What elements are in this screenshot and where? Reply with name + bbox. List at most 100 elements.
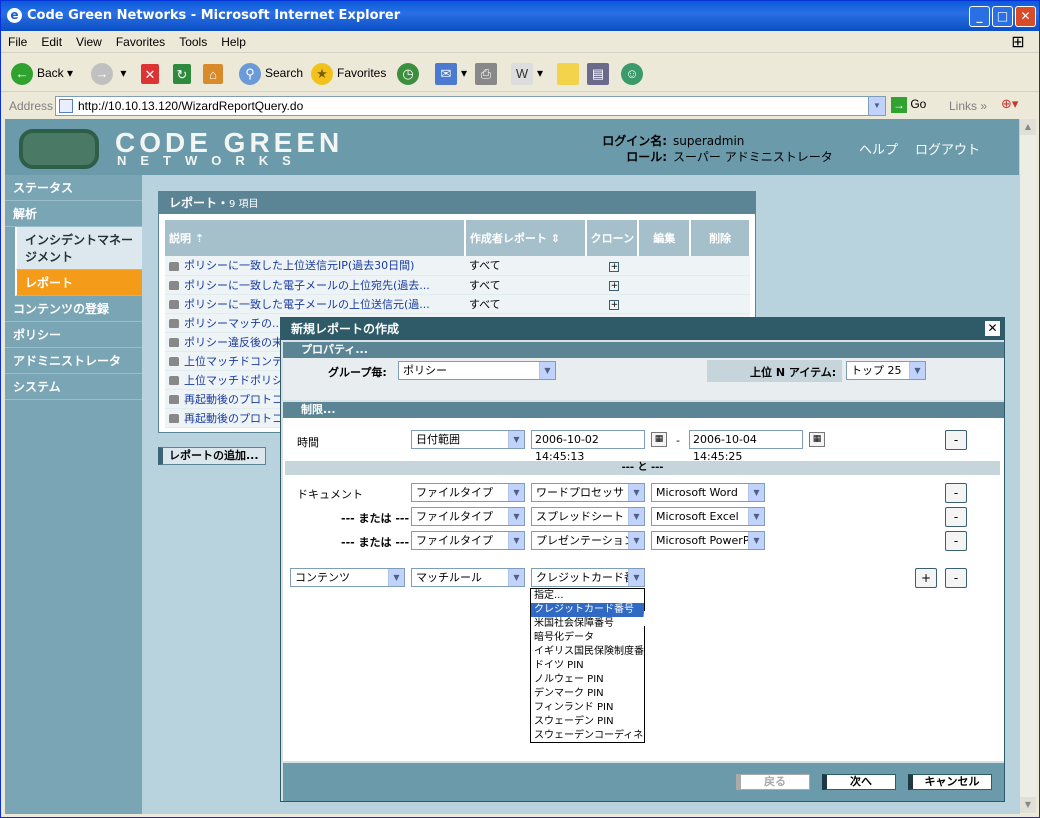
links-button[interactable]: Links » xyxy=(949,99,987,113)
research-button[interactable]: ▤ xyxy=(587,61,613,85)
go-button[interactable]: → Go xyxy=(891,97,926,113)
sidebar-item-status[interactable]: ステータス xyxy=(5,175,142,201)
dropdown-option[interactable]: 米国社会保障番号 xyxy=(531,617,644,631)
remove-doc-button[interactable]: - xyxy=(945,507,967,527)
print-button[interactable]: ⎙ xyxy=(475,61,501,85)
doc-category-select[interactable]: プレゼンテーション ▼ xyxy=(531,531,645,550)
dropdown-option[interactable]: イギリス国民保険制度番号 xyxy=(531,645,644,659)
scroll-up-icon[interactable]: ▲ xyxy=(1020,119,1036,135)
help-link[interactable]: ヘルプ xyxy=(859,139,898,158)
refresh-button[interactable]: ↻ xyxy=(173,61,195,85)
forward-button[interactable]: → ▾ xyxy=(91,61,126,85)
back-button[interactable]: ← Back ▾ xyxy=(11,61,73,85)
menu-edit[interactable]: Edit xyxy=(34,31,69,53)
dropdown-option[interactable]: スウェーデンコーディネーション xyxy=(531,729,644,743)
doc-app-select[interactable]: Microsoft PowerPoint ▼ xyxy=(651,531,765,550)
add-report-button[interactable]: レポートの追加... xyxy=(158,447,266,465)
history-button[interactable]: ◷ xyxy=(397,61,423,85)
remove-doc-button[interactable]: - xyxy=(945,531,967,551)
doc-category-select[interactable]: スプレッドシート ▼ xyxy=(531,507,645,526)
doc-type-select[interactable]: ファイルタイプ ▼ xyxy=(411,483,525,502)
messenger-button[interactable]: ☺ xyxy=(621,61,647,85)
report-description[interactable]: ポリシーに一致した電子メールの上位宛先(過去... xyxy=(165,275,465,295)
dropdown-option[interactable]: スウェーデン PIN xyxy=(531,715,644,729)
addon-icon[interactable]: ⊕▾ xyxy=(1001,97,1018,112)
table-row[interactable]: ポリシーに一致した電子メールの上位宛先(過去... すべて + xyxy=(165,275,750,295)
vertical-scrollbar[interactable]: ▲ ▼ xyxy=(1019,119,1036,814)
date-from-input[interactable]: 2006-10-02 14:45:13 xyxy=(531,430,645,463)
report-description[interactable]: ポリシーに一致した電子メールの上位送信元(過... xyxy=(165,294,465,314)
dropdown-option[interactable]: 指定... xyxy=(531,589,644,603)
minimize-button[interactable]: _ xyxy=(969,6,990,27)
clone-icon[interactable]: + xyxy=(609,261,620,272)
sort-icon[interactable]: ⇡ xyxy=(195,232,204,245)
report-description[interactable]: ポリシーに一致した上位送信元IP(過去30日間) xyxy=(165,256,465,276)
home-button[interactable]: ⌂ xyxy=(203,61,227,85)
delete-cell xyxy=(690,275,750,295)
edit-button[interactable]: W ▾ xyxy=(511,61,543,85)
close-button[interactable]: ✕ xyxy=(1015,6,1036,27)
menu-view[interactable]: View xyxy=(69,31,109,53)
doc-type-select[interactable]: ファイルタイプ ▼ xyxy=(411,531,525,550)
sidebar-item-system[interactable]: システム xyxy=(5,374,142,400)
menu-favorites[interactable]: Favorites xyxy=(109,31,172,53)
col-author[interactable]: 作成者レポート ⇕ xyxy=(464,220,588,256)
sidebar-item-admin[interactable]: アドミニストレータ xyxy=(5,348,142,374)
group-by-select[interactable]: ポリシー ▼ xyxy=(398,361,556,380)
sidebar-item-analysis[interactable]: 解析 xyxy=(5,201,142,227)
remove-time-button[interactable]: - xyxy=(945,430,967,450)
dropdown-option[interactable]: ノルウェー PIN xyxy=(531,673,644,687)
dropdown-option[interactable]: デンマーク PIN xyxy=(531,687,644,701)
calendar-icon[interactable]: ▦ xyxy=(651,432,667,447)
dropdown-option[interactable]: 暗号化データ xyxy=(531,631,644,645)
menu-tools[interactable]: Tools xyxy=(172,31,214,53)
stop-button[interactable]: ✕ xyxy=(141,61,163,85)
add-condition-button[interactable]: + xyxy=(915,568,937,588)
top-n-select[interactable]: トップ 25 ▼ xyxy=(846,361,926,380)
sidebar-item-content-registration[interactable]: コンテンツの登録 xyxy=(5,296,142,322)
sort-icon[interactable]: ⇕ xyxy=(551,232,560,245)
doc-category-select[interactable]: ワードプロセッサ ▼ xyxy=(531,483,645,502)
search-button[interactable]: ⚲ Search xyxy=(239,61,303,85)
menu-file[interactable]: File xyxy=(1,31,34,53)
dialog-title: 新規レポートの作成 xyxy=(281,318,1004,340)
content-field-select[interactable]: コンテンツ ▼ xyxy=(290,568,405,587)
next-button[interactable]: 次へ xyxy=(822,774,896,790)
logout-link[interactable]: ログアウト xyxy=(915,139,980,158)
time-type-select[interactable]: 日付範囲 ▼ xyxy=(411,430,525,449)
sidebar-item-policy[interactable]: ポリシー xyxy=(5,322,142,348)
col-description[interactable]: 説明 ⇡ xyxy=(165,220,466,256)
report-author: すべて xyxy=(464,275,587,295)
dialog-close-icon[interactable]: ✕ xyxy=(985,321,1000,336)
clone-icon[interactable]: + xyxy=(609,300,620,310)
table-row[interactable]: ポリシーに一致した上位送信元IP(過去30日間) すべて + xyxy=(165,256,750,276)
mail-button[interactable]: ✉ ▾ xyxy=(435,61,467,85)
back-button[interactable]: 戻る xyxy=(736,774,810,790)
cancel-button[interactable]: キャンセル xyxy=(908,774,992,790)
dropdown-option[interactable]: クレジットカード番号 xyxy=(531,603,644,617)
dropdown-option[interactable]: ドイツ PIN xyxy=(531,659,644,673)
address-input[interactable]: http://10.10.13.120/WizardReportQuery.do… xyxy=(55,96,886,116)
dropdown-option[interactable]: フィンランド PIN xyxy=(531,701,644,715)
maximize-button[interactable]: □ xyxy=(992,6,1013,27)
doc-app-select[interactable]: Microsoft Excel ▼ xyxy=(651,507,765,526)
content-value-select[interactable]: クレジットカード番号 ▼ xyxy=(531,568,645,587)
limits-section: 制限... xyxy=(283,402,1004,418)
content-rule-select[interactable]: マッチルール ▼ xyxy=(411,568,525,587)
sidebar-item-report[interactable]: レポート xyxy=(15,270,142,296)
calendar-icon[interactable]: ▦ xyxy=(809,432,825,447)
note-icon xyxy=(557,62,579,85)
address-dropdown-icon[interactable]: ▼ xyxy=(868,97,885,115)
scroll-down-icon[interactable]: ▼ xyxy=(1020,797,1036,813)
favorites-button[interactable]: ★ Favorites xyxy=(311,61,386,85)
remove-doc-button[interactable]: - xyxy=(945,483,967,503)
sidebar-item-incident[interactable]: インシデントマネージメント xyxy=(15,227,142,270)
menu-help[interactable]: Help xyxy=(214,31,253,53)
doc-type-select[interactable]: ファイルタイプ ▼ xyxy=(411,507,525,526)
date-to-input[interactable]: 2006-10-04 14:45:25 xyxy=(689,430,803,463)
discuss-button[interactable] xyxy=(557,61,583,85)
table-row[interactable]: ポリシーに一致した電子メールの上位送信元(過... すべて + xyxy=(165,294,750,314)
remove-content-button[interactable]: - xyxy=(945,568,967,588)
clone-icon[interactable]: + xyxy=(609,281,620,291)
doc-app-select[interactable]: Microsoft Word ▼ xyxy=(651,483,765,502)
